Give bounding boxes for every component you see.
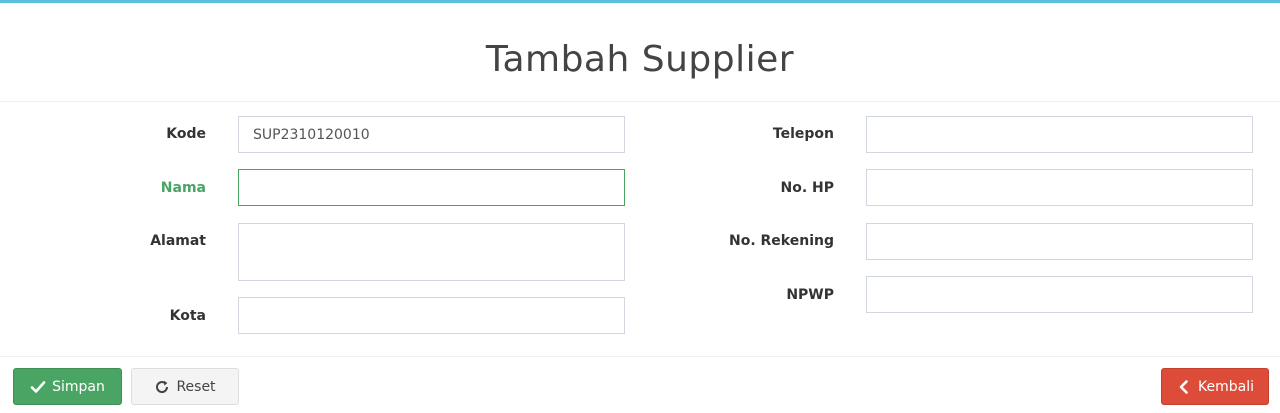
kota-label: Kota [169,308,206,324]
nama-label: Nama [160,180,206,196]
page-title: Tambah Supplier [485,39,795,80]
telepon-input[interactable] [866,116,1253,153]
kota-input[interactable] [238,297,625,334]
panel-header: Tambah Supplier [0,3,1280,102]
no-hp-input[interactable] [866,169,1253,206]
back-button[interactable]: Kembali [1161,368,1269,405]
refresh-icon [154,379,170,395]
reset-button[interactable]: Reset [131,368,239,405]
check-icon [30,379,46,395]
back-button-label: Kembali [1198,378,1254,395]
nama-input[interactable] [238,169,625,206]
kode-input[interactable] [238,116,625,153]
panel-footer: Simpan Reset Kembali [0,356,1280,413]
chevron-left-icon [1176,379,1192,395]
no-hp-label: No. HP [780,180,834,196]
no-rekening-label: No. Rekening [729,233,834,249]
kode-label: Kode [166,126,206,142]
npwp-input[interactable] [866,276,1253,313]
npwp-label: NPWP [786,287,834,303]
add-supplier-panel: Tambah Supplier Kode Nama Alamat Kota Te… [0,0,1280,410]
no-rekening-input[interactable] [866,223,1253,260]
reset-button-label: Reset [176,378,216,395]
save-button-label: Simpan [52,378,105,395]
alamat-textarea[interactable] [238,223,625,281]
alamat-label: Alamat [150,233,206,249]
save-button[interactable]: Simpan [13,368,122,405]
telepon-label: Telepon [772,126,834,142]
